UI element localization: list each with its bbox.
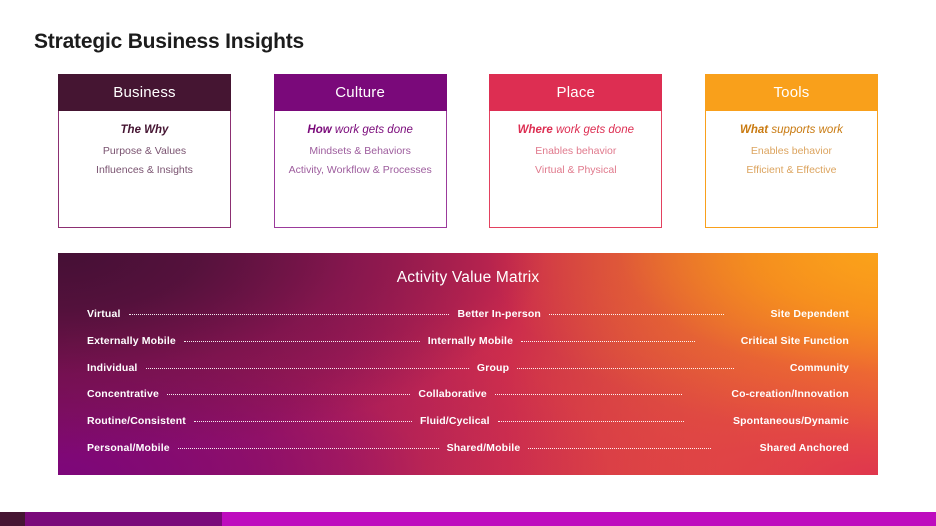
- matrix-middle-group: Collaborative: [418, 388, 731, 400]
- pillar-card-lead-tools: What supports work: [715, 123, 868, 139]
- pillar-card-subline: Mindsets & Behaviors: [309, 144, 411, 157]
- pillar-card-row: Business The Why Purpose & Values Influence…: [58, 74, 878, 228]
- matrix-cell-right: Spontaneous/Dynamic: [732, 415, 849, 428]
- matrix-row: Virtual Better In-person Site Dependent: [87, 301, 849, 328]
- matrix-middle-group: Shared/Mobile: [447, 442, 760, 454]
- pillar-card-lead-rest-tools: supports work: [768, 124, 843, 136]
- matrix-row-list: Virtual Better In-person Site Dependent Ext…: [87, 301, 849, 461]
- pillar-card-business: Business The Why Purpose & Values Influence…: [58, 74, 231, 228]
- matrix-cell-right: Co-creation/Innovation: [731, 388, 849, 401]
- matrix-leader-dots: [166, 389, 411, 399]
- matrix-leader-dots: [521, 336, 695, 346]
- matrix-cell-right: Community: [789, 361, 849, 374]
- pillar-card-subline: Purpose & Values: [102, 144, 187, 157]
- matrix-cell-left: Externally Mobile: [87, 335, 176, 347]
- matrix-cell-middle: Group: [476, 361, 510, 374]
- brand-bar-segment-1: [0, 512, 25, 526]
- pillar-card-subline: Enables behavior: [535, 144, 617, 157]
- matrix-cell-left: Personal/Mobile: [87, 441, 170, 454]
- matrix-middle-group: Internally Mobile: [428, 335, 741, 347]
- pillar-card-header-place: Place: [489, 74, 663, 111]
- pillar-card-body-business: The Why Purpose & Values Influences & Insi…: [58, 111, 231, 228]
- pillar-card-header-tools: Tools: [704, 74, 878, 111]
- matrix-leader-dots: [183, 336, 420, 346]
- pillar-card-place: Place Where work gets done Enables behavio…: [489, 74, 663, 228]
- pillar-card-subline: Activity, Workflow & Processes: [288, 163, 432, 176]
- pillar-card-lead-rest-place: work gets done: [552, 124, 634, 136]
- matrix-leader-dots: [193, 416, 412, 426]
- matrix-cell-middle: Collaborative: [418, 388, 487, 401]
- matrix-middle-group: Fluid/Cyclical: [420, 415, 733, 427]
- matrix-cell-middle: Better In-person: [457, 308, 541, 321]
- matrix-middle-group: Group: [477, 362, 790, 374]
- pillar-card-lead-culture: How work gets done: [284, 123, 437, 139]
- matrix-leader-dots: [145, 363, 469, 373]
- pillar-card-lead-keyword-culture: How: [307, 124, 332, 136]
- pillar-card-header-culture: Culture: [273, 74, 447, 111]
- pillar-card-lead-business: The Why: [68, 123, 221, 139]
- pillar-card-lead-keyword-place: Where: [517, 124, 553, 136]
- pillar-card-subline: Enables behavior: [750, 144, 833, 157]
- matrix-row: Individual Group Community: [87, 354, 849, 381]
- pillar-card-body-place: Where work gets done Enables behavior Virt…: [489, 111, 663, 228]
- brand-bar-segment-2: [25, 512, 222, 526]
- pillar-card-subline: Efficient & Effective: [746, 163, 837, 176]
- matrix-cell-right: Site Dependent: [770, 308, 849, 321]
- matrix-leader-dots: [494, 389, 683, 399]
- matrix-row: Externally Mobile Internally Mobile Critic…: [87, 328, 849, 355]
- matrix-cell-right: Shared Anchored: [759, 441, 849, 454]
- matrix-cell-left: Concentrative: [87, 388, 159, 401]
- matrix-cell-middle: Fluid/Cyclical: [419, 415, 490, 428]
- matrix-leader-dots: [177, 443, 439, 453]
- pillar-card-lead-keyword-tools: What: [740, 124, 769, 136]
- slide-canvas: Strategic Business Insights Business The …: [0, 0, 936, 526]
- pillar-card-subline: Virtual & Physical: [535, 163, 617, 176]
- matrix-leader-dots: [497, 416, 685, 426]
- pillar-card-lead-keyword-business: The Why: [120, 124, 169, 136]
- matrix-cell-middle: Shared/Mobile: [446, 441, 521, 454]
- pillar-card-subline: Influences & Insights: [96, 163, 193, 176]
- matrix-leader-dots: [548, 309, 725, 319]
- matrix-middle-group: Better In-person: [457, 308, 770, 320]
- pillar-card-culture: Culture How work gets done Mindsets & Beha…: [273, 74, 447, 228]
- matrix-row: Routine/Consistent Fluid/Cyclical Spontane…: [87, 408, 849, 435]
- matrix-cell-middle: Internally Mobile: [427, 335, 514, 347]
- pillar-card-header-business: Business: [58, 74, 231, 111]
- matrix-row: Concentrative Collaborative Co-creation/In…: [87, 381, 849, 408]
- matrix-leader-dots: [528, 443, 712, 453]
- pillar-card-lead-rest-culture: work gets done: [331, 124, 413, 136]
- page-title: Strategic Business Insights: [34, 30, 305, 53]
- brand-bar-segment-3: [222, 512, 936, 526]
- matrix-cell-right: Critical Site Function: [740, 335, 849, 347]
- pillar-card-body-tools: What supports work Enables behavior Effici…: [704, 111, 878, 228]
- matrix-leader-dots: [517, 363, 735, 373]
- activity-value-matrix: Activity Value Matrix Virtual Better In-p…: [58, 253, 878, 475]
- matrix-cell-left: Routine/Consistent: [87, 415, 186, 428]
- pillar-card-lead-place: Where work gets done: [499, 123, 652, 139]
- matrix-leader-dots: [128, 309, 450, 319]
- pillar-card-body-culture: How work gets done Mindsets & Behaviors Ac…: [273, 111, 447, 228]
- matrix-title: Activity Value Matrix: [396, 269, 540, 286]
- pillar-card-tools: Tools What supports work Enables behavior E…: [704, 74, 878, 228]
- matrix-cell-left: Individual: [87, 361, 138, 374]
- matrix-cell-left: Virtual: [87, 308, 121, 321]
- matrix-row: Personal/Mobile Shared/Mobile Shared Ancho…: [87, 434, 849, 461]
- brand-bottom-bar: [0, 512, 936, 526]
